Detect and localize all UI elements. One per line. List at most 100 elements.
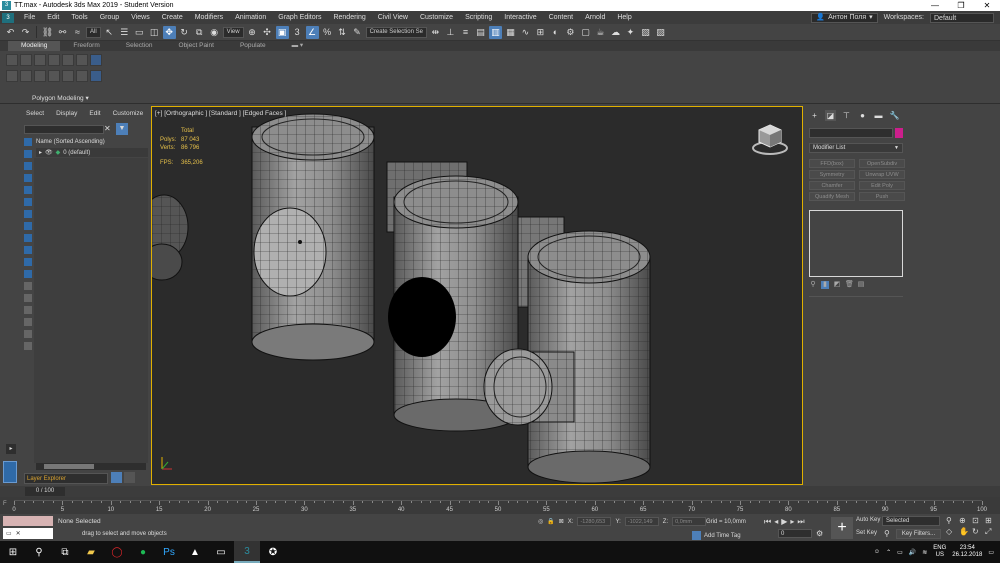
menu-arnold[interactable]: Arnold (579, 14, 611, 21)
display-none-icon[interactable] (24, 294, 32, 302)
viewport-orthographic[interactable]: [+] [Orthographic ] [Standard ] [Edged F… (151, 106, 803, 485)
edit-named-selection-icon[interactable]: ✎ (351, 26, 364, 39)
menu-animation[interactable]: Animation (229, 14, 272, 21)
3dsmax-taskbar-icon[interactable]: 3 (234, 541, 260, 563)
filter-funnel-icon[interactable] (24, 330, 32, 338)
display-shapes-icon[interactable] (24, 150, 32, 158)
selection-filter-dropdown[interactable]: All (86, 26, 101, 38)
modifier-button[interactable]: FFD(box) (809, 159, 855, 168)
photoshop-icon[interactable]: Ps (156, 541, 182, 563)
menu-civil-view[interactable]: Civil View (372, 14, 414, 21)
select-rotate-icon[interactable]: ↻ (178, 26, 191, 39)
rect-selection-icon[interactable]: ▭ (133, 26, 146, 39)
pan-icon[interactable]: ✋ (959, 527, 970, 537)
auto-key-button[interactable]: Auto Key (856, 517, 880, 523)
menu-file[interactable]: File (18, 14, 41, 21)
go-to-end-icon[interactable]: ⏭ (797, 517, 804, 527)
display-xrefs-icon[interactable] (24, 222, 32, 230)
menu-views[interactable]: Views (125, 14, 156, 21)
ribbon-tool-icon[interactable] (90, 54, 102, 66)
explorer-column-header[interactable]: Name (Sorted Ascending) (36, 139, 105, 145)
display-invert-icon[interactable] (24, 306, 32, 314)
add-key-button[interactable]: + (831, 517, 853, 539)
arnold-icon[interactable]: ✦ (624, 26, 637, 39)
schematic-view-icon[interactable]: ⊞ (534, 26, 547, 39)
menu-rendering[interactable]: Rendering (327, 14, 371, 21)
explorer-menu-select[interactable]: Select (22, 108, 48, 119)
modifier-button[interactable]: Quadify Mesh (809, 192, 855, 201)
percent-snap-icon[interactable]: % (321, 26, 334, 39)
spotify-icon[interactable]: ● (130, 541, 156, 563)
modifier-list-dropdown[interactable]: Modifier List ▼ (809, 143, 903, 153)
menu-group[interactable]: Group (94, 14, 125, 21)
ribbon-tool-icon[interactable] (48, 54, 60, 66)
layer-explorer-icon[interactable]: ▥ (488, 25, 502, 39)
menu-graph-editors[interactable]: Graph Editors (272, 14, 327, 21)
material-editor-icon[interactable]: ◐ (549, 26, 562, 39)
orbit-icon[interactable]: ↻ (972, 527, 983, 537)
make-unique-icon[interactable]: ◩ (833, 281, 841, 289)
hierarchy-tab-icon[interactable]: ⊤ (841, 110, 852, 121)
explorer-search-input[interactable] (24, 125, 104, 134)
absolute-mode-icon[interactable]: ⊠ (559, 518, 564, 525)
polygon-modeling-label[interactable]: Polygon Modeling ▾ (32, 94, 89, 102)
select-object-icon[interactable]: ↖ (103, 26, 116, 39)
clock[interactable]: 23:54 26.12.2018 (952, 545, 982, 559)
filter-icon[interactable]: F (3, 501, 7, 507)
sync-selection-icon[interactable] (24, 318, 32, 326)
zoom-extents-all-icon[interactable]: ⊞ (985, 516, 996, 525)
toggle-ribbon-icon[interactable]: ▦ (504, 26, 517, 39)
side-toggle-button[interactable] (3, 461, 17, 483)
ribbon-tool-icon[interactable] (48, 70, 60, 82)
ribbon-tool-icon[interactable] (6, 70, 18, 82)
menu-tools[interactable]: Tools (65, 14, 93, 21)
modifier-button[interactable]: Symmetry (809, 170, 855, 179)
ribbon-tool-icon[interactable] (34, 54, 46, 66)
close-icon[interactable]: ✕ (16, 530, 21, 537)
maximize-viewport-icon[interactable]: ⤢ (985, 527, 996, 537)
keyboard-shortcut-override-icon[interactable]: ▣ (275, 25, 289, 39)
render-setup-icon[interactable]: ⚙ (564, 26, 577, 39)
minimize-button[interactable]: — (922, 1, 948, 10)
key-selection-dropdown[interactable]: Selected (882, 516, 940, 526)
frame-counter[interactable]: 0 / 100 (25, 487, 65, 496)
display-tab-icon[interactable]: ▬ (873, 110, 884, 121)
select-move-icon[interactable]: ✥ (162, 25, 176, 39)
tab-modeling[interactable]: Modeling (8, 41, 61, 51)
go-to-start-icon[interactable]: ⏮ (764, 517, 771, 527)
display-spacewarps-icon[interactable] (24, 198, 32, 206)
ribbon-tool-icon[interactable] (6, 54, 18, 66)
layers-icon[interactable]: ≡ (459, 26, 472, 39)
explorer-menu-display[interactable]: Display (52, 108, 81, 119)
redo-icon[interactable]: ↷ (19, 26, 32, 39)
previous-frame-icon[interactable]: ◂ (774, 517, 778, 527)
opera-icon[interactable]: ◯ (104, 541, 130, 563)
close-button[interactable]: ✕ (974, 1, 1000, 10)
ribbon-tool-icon[interactable] (62, 54, 74, 66)
ribbon-tool-icon[interactable] (20, 70, 32, 82)
mirror-icon[interactable]: ⇹ (429, 26, 442, 39)
menu-modifiers[interactable]: Modifiers (189, 14, 229, 21)
volume-icon[interactable]: 🔊 (909, 549, 916, 556)
bind-space-warp-icon[interactable]: ≈ (71, 26, 84, 39)
ref-coord-dropdown[interactable]: View (222, 26, 244, 38)
wifi-icon[interactable]: ≋ (922, 549, 927, 556)
menu-interactive[interactable]: Interactive (498, 14, 542, 21)
time-configuration-icon[interactable]: ⚙ (816, 529, 823, 538)
dependency-icon[interactable] (24, 342, 32, 350)
modifier-button[interactable]: Edit Poly (859, 181, 905, 190)
visibility-eye-icon[interactable]: 👁 (45, 149, 53, 156)
render-shortcut-icon[interactable]: ▧ (639, 26, 652, 39)
next-frame-icon[interactable]: ▸ (790, 517, 794, 527)
ribbon-tool-icon[interactable] (62, 70, 74, 82)
windows-start-icon[interactable]: ⊞ (0, 541, 26, 563)
align-icon[interactable]: ⊥ (444, 26, 457, 39)
display-frozen-icon[interactable] (24, 258, 32, 266)
remove-modifier-icon[interactable]: 🗑 (845, 281, 854, 289)
ribbon-tool-icon[interactable] (90, 70, 102, 82)
play-icon[interactable]: ▶ (781, 517, 787, 527)
trackbar-ruler[interactable]: 0 5 10 15 20 25 30 35 40 45 50 55 60 65 70 75 80 85 90 95 10… (12, 500, 987, 513)
display-bones-icon[interactable] (24, 234, 32, 242)
maximize-button[interactable]: ❐ (948, 1, 974, 10)
display-cameras-icon[interactable] (24, 174, 32, 182)
